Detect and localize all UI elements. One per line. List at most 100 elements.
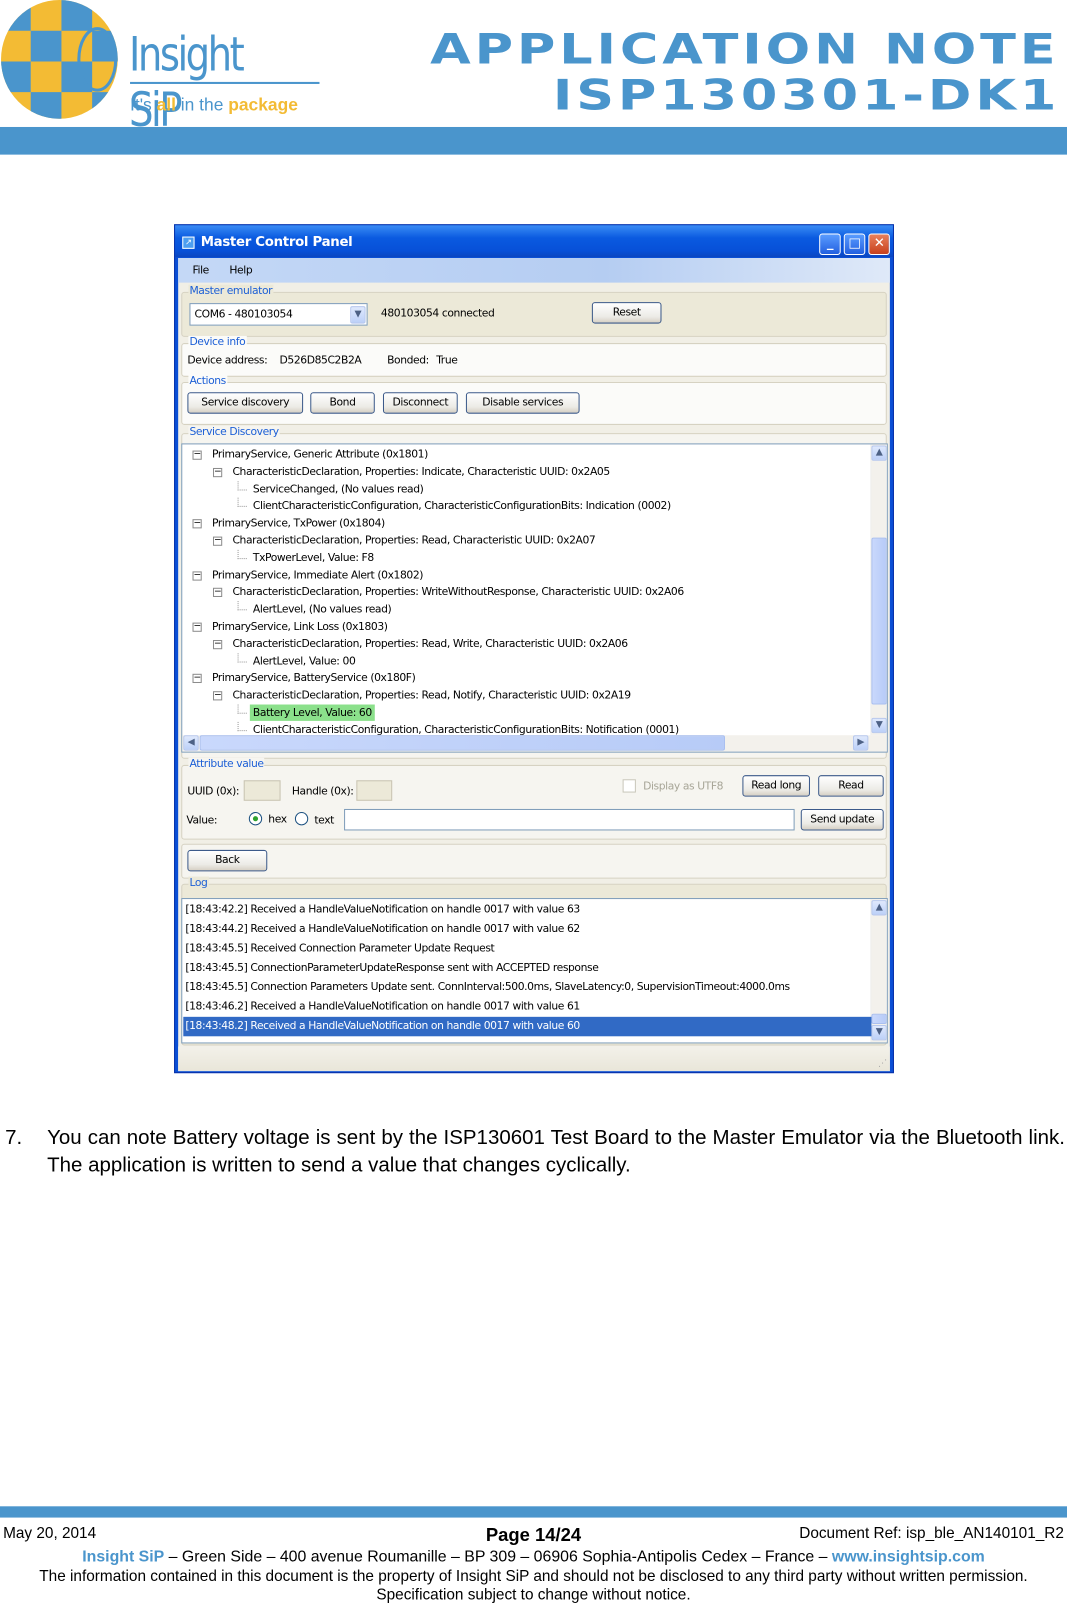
service-tree[interactable]: ▲ ▼ ◀ ▶ − PrimaryService, Generic Attribu… — [181, 443, 888, 753]
collapse-icon[interactable]: − — [192, 519, 202, 529]
tree-connector — [237, 704, 247, 714]
log-entry[interactable]: [18:43:45.5] Received Connection Paramet… — [185, 939, 494, 958]
collapse-icon[interactable]: − — [192, 622, 202, 632]
handle-input[interactable] — [356, 780, 393, 801]
read-button[interactable]: Read — [818, 775, 884, 797]
website-link[interactable]: www.insightsip.com — [832, 1548, 985, 1565]
utf8-checkbox[interactable] — [622, 779, 636, 793]
doc-title-line2: ISP130301-DK1 — [552, 70, 1060, 120]
scroll-thumb[interactable] — [871, 537, 887, 705]
tree-item[interactable]: Battery Level, Value: 60 — [249, 704, 375, 721]
collapse-icon[interactable]: − — [192, 674, 202, 684]
header-bar — [0, 126, 1067, 155]
uuid-input[interactable] — [243, 780, 281, 801]
collapse-icon[interactable]: − — [212, 639, 223, 650]
log-entry[interactable]: [18:43:44.2] Received a HandleValueNotif… — [185, 920, 580, 939]
menu-file[interactable]: File — [193, 264, 210, 276]
log-entry[interactable]: [18:43:46.2] Received a HandleValueNotif… — [185, 997, 580, 1016]
log-vertical-scrollbar[interactable]: ▲ ▼ — [870, 899, 887, 1043]
tree-item[interactable]: PrimaryService, Generic Attribute (0x180… — [209, 446, 431, 462]
chevron-down-icon[interactable]: ▼ — [350, 306, 366, 324]
back-group: Back — [181, 843, 887, 879]
log-entry[interactable]: [18:43:48.2] Received a HandleValueNotif… — [183, 1016, 872, 1037]
scroll-up-button[interactable]: ▲ — [871, 900, 887, 916]
hex-radio[interactable] — [248, 812, 263, 826]
tree-item[interactable]: ServiceChanged, (No values read) — [250, 481, 427, 497]
document-ref: Document Ref: isp_ble_AN140101_R2 — [799, 1524, 1064, 1543]
window-title: Master Control Panel — [200, 234, 353, 250]
tree-item[interactable]: CharacteristicDeclaration, Properties: R… — [229, 687, 633, 703]
scroll-right-button[interactable]: ▶ — [852, 735, 869, 751]
collapse-icon[interactable]: − — [192, 450, 202, 460]
logo-underline — [130, 81, 320, 84]
disconnect-button[interactable]: Disconnect — [382, 392, 458, 414]
disable-services-button[interactable]: Disable services — [465, 392, 580, 414]
maximize-button[interactable]: □ — [843, 233, 866, 255]
tree-item[interactable]: CharacteristicDeclaration, Properties: R… — [229, 636, 630, 652]
log-entry[interactable]: [18:43:42.2] Received a HandleValueNotif… — [185, 900, 580, 919]
tagline-part: It's — [130, 95, 157, 115]
logo-globe-icon — [1, 0, 118, 119]
collapse-icon[interactable]: − — [212, 588, 223, 598]
menu-help[interactable]: Help — [229, 264, 252, 276]
tree-item[interactable]: ClientCharacteristicConfiguration, Chara… — [250, 498, 674, 514]
scroll-down-button[interactable]: ▼ — [871, 1025, 887, 1041]
device-info-group: Device info Device address: D526D85C2B2A… — [181, 335, 887, 377]
group-label: Master emulator — [188, 284, 274, 297]
back-button[interactable]: Back — [187, 849, 268, 872]
bonded-value: True — [436, 354, 458, 367]
tree-vertical-scrollbar[interactable]: ▲ ▼ — [870, 444, 887, 736]
master-emulator-group: Master emulator COM6 - 480103054 ▼ 48010… — [181, 284, 887, 337]
tree-item[interactable]: PrimaryService, Immediate Alert (0x1802) — [209, 567, 426, 583]
tree-item[interactable]: PrimaryService, TxPower (0x1804) — [209, 515, 388, 531]
tree-item[interactable]: PrimaryService, Link Loss (0x1803) — [209, 618, 391, 634]
group-label: Service Discovery — [188, 425, 280, 439]
text-label: text — [314, 814, 334, 827]
tagline-part: all — [156, 95, 176, 115]
value-label: Value: — [186, 814, 218, 827]
list-item-number: 7. — [5, 1126, 23, 1149]
tree-item[interactable]: TxPowerLevel, Value: F8 — [250, 550, 377, 566]
tree-item[interactable]: AlertLevel, (No values read) — [250, 601, 395, 617]
value-input[interactable] — [344, 808, 795, 831]
log-entry[interactable]: [18:43:45.5] ConnectionParameterUpdateRe… — [185, 958, 598, 977]
scroll-down-button[interactable]: ▼ — [871, 717, 887, 734]
collapse-icon[interactable]: − — [212, 691, 223, 701]
reset-button[interactable]: Reset — [591, 302, 662, 324]
collapse-icon[interactable]: − — [212, 467, 223, 477]
minimize-button[interactable]: _ — [819, 233, 841, 255]
service-discovery-button[interactable]: Service discovery — [187, 392, 304, 414]
com-port-select[interactable]: COM6 - 480103054 ▼ — [189, 303, 368, 326]
log-entry[interactable]: [18:43:45.5] Connection Parameters Updat… — [185, 978, 790, 997]
collapse-icon[interactable]: − — [192, 570, 202, 581]
collapse-icon[interactable]: − — [212, 536, 223, 546]
tree-item[interactable]: CharacteristicDeclaration, Properties: R… — [229, 532, 598, 548]
send-update-button[interactable]: Send update — [800, 808, 884, 831]
tree-connector — [237, 601, 247, 611]
log-list[interactable]: ▲ ▼ [18:43:42.2] Received a HandleValueN… — [181, 898, 888, 1044]
tree-connector — [237, 721, 247, 731]
scroll-up-button[interactable]: ▲ — [871, 445, 887, 461]
read-long-button[interactable]: Read long — [742, 775, 810, 797]
footer-address: Insight SiP – Green Side – 400 avenue Ro… — [0, 1548, 1067, 1566]
master-control-panel-window: ↗ Master Control Panel _ □ ✕ File Help M… — [174, 224, 894, 1074]
group-label: Actions — [188, 374, 227, 388]
bonded-label: Bonded: — [387, 354, 429, 367]
status-bar: ⋰ — [178, 1046, 890, 1072]
tagline-part: package — [228, 95, 298, 115]
tree-item[interactable]: CharacteristicDeclaration, Properties: W… — [229, 584, 686, 600]
scroll-left-button[interactable]: ◀ — [183, 735, 199, 751]
tree-item[interactable]: PrimaryService, BatteryService (0x180F) — [209, 670, 419, 686]
tree-connector — [237, 549, 247, 559]
resize-grip-icon[interactable]: ⋰ — [878, 1059, 887, 1069]
hex-label: hex — [268, 813, 287, 826]
tagline-part: in the — [175, 95, 229, 115]
close-button[interactable]: ✕ — [868, 233, 890, 255]
tree-item[interactable]: CharacteristicDeclaration, Properties: I… — [229, 464, 612, 480]
text-radio[interactable] — [294, 812, 309, 826]
tree-item[interactable]: ClientCharacteristicConfiguration, Chara… — [250, 722, 682, 738]
tree-item[interactable]: AlertLevel, Value: 00 — [250, 653, 359, 669]
bond-button[interactable]: Bond — [310, 392, 375, 414]
scroll-thumb[interactable] — [871, 1013, 887, 1024]
com-port-value: COM6 - 480103054 — [194, 308, 293, 321]
